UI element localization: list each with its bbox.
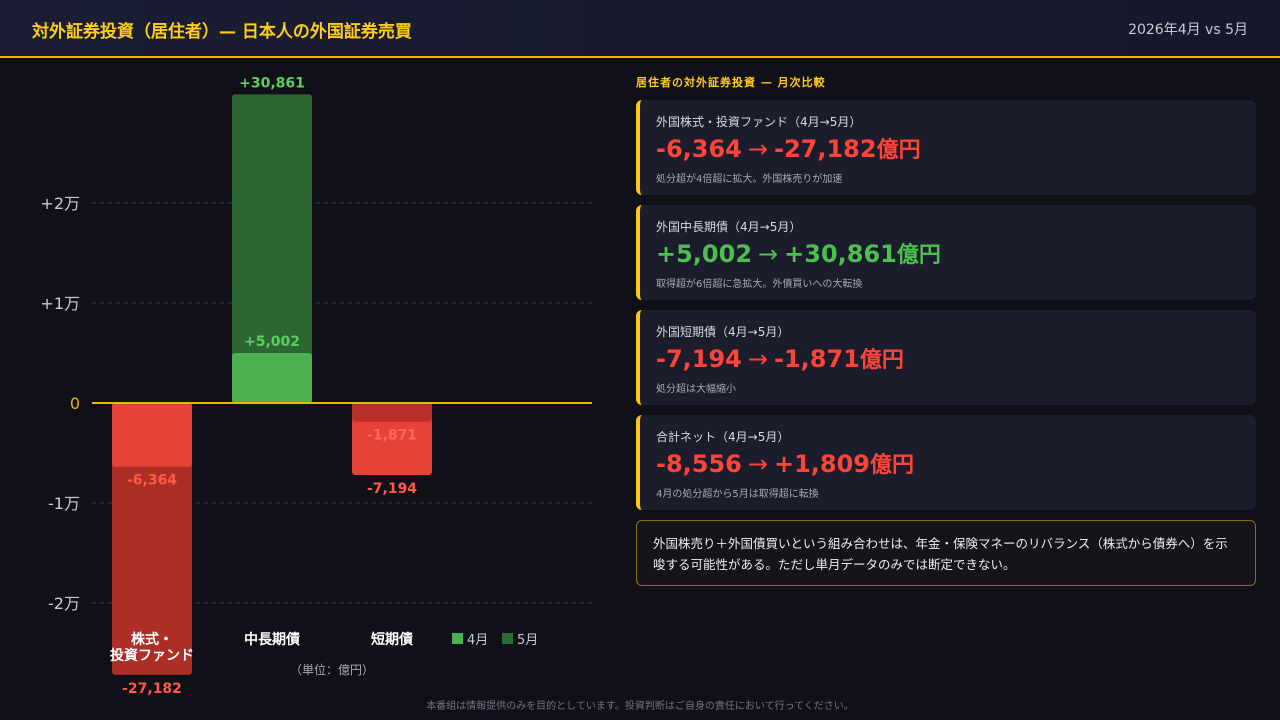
panel-title: 居住者の対外証券投資 — 月次比較 [636,76,826,89]
card-value-from: -6,364 [656,135,742,163]
card-value: +5,002 → +30,861億円 [656,237,941,269]
card-note: 処分超が4倍超に拡大。外国株売りが加速 [656,174,843,185]
card-value: -7,194 → -1,871億円 [656,342,904,374]
y-tick-label: 0 [70,394,80,413]
bar-apr [232,352,312,403]
unit-note: （単位：億円） [290,662,374,677]
disclaimer: 本番組は情報提供のみを目的としています。投資判断はご自身の責任において行ってくだ… [426,701,854,712]
card-label: 外国株式・投資ファンド（4月→5月） [656,115,862,129]
arrow-icon: → [747,135,768,163]
value-label-may: -1,871 [367,428,417,444]
y-tick-label: -2万 [48,594,80,613]
card-value-from: -8,556 [656,450,742,478]
category-label: 株式・ [131,631,173,648]
card-total-net: 合計ネット（4月→5月） -8,556 → +1,809億円 4月の処分超から5月は… [636,415,1256,510]
arrow-icon: → [747,345,768,373]
value-label-apr: -7,194 [367,481,417,497]
arrow-icon: → [758,240,779,268]
legend-label: 4月 [467,633,488,648]
card-value-to: +1,809 [773,450,871,478]
legend-label: 5月 [517,633,538,648]
card-note: 取得超が6倍超に急拡大。外債買いへの大転換 [656,279,863,290]
card-foreign-bonds: 外国中長期債（4月→5月） +5,002 → +30,861億円 取得超が6倍超に急… [636,205,1256,300]
card-value-to: +30,861 [784,240,897,268]
card-value: -8,556 → +1,809億円 [656,447,914,479]
legend-swatch [502,633,513,644]
card-value-to: -1,871 [773,345,860,373]
value-label-may: +30,861 [239,75,305,91]
card-label: 合計ネット（4月→5月） [656,430,790,444]
legend-swatch [452,633,463,644]
period-label: 2026年4月 vs 5月 [1128,22,1248,38]
card-value: -6,364 → -27,182億円 [656,132,921,164]
card-note: 4月の処分超から5月は取得超に転換 [656,489,819,500]
arrow-icon: → [747,450,768,478]
card-label: 外国短期債（4月→5月） [656,325,790,339]
card-value-unit: 億円 [870,453,915,478]
card-foreign-short-term: 外国短期債（4月→5月） -7,194 → -1,871億円 処分超は大幅縮小 [636,310,1256,405]
card-value-unit: 億円 [859,348,904,373]
card-value-from: +5,002 [656,240,753,268]
card-value-unit: 億円 [896,243,941,268]
card-value-from: -7,194 [656,345,742,373]
card-foreign-stocks: 外国株式・投資ファンド（4月→5月） -6,364 → -27,182億円 処分超が… [636,100,1256,195]
card-value-unit: 億円 [876,138,921,163]
y-tick-label: +1万 [40,294,80,313]
category-label: 中長期債 [244,631,300,648]
card-note: 処分超は大幅縮小 [656,384,736,395]
card-value-to: -27,182 [773,135,877,163]
header-bar: 対外証券投資（居住者）— 日本人の外国証券売買 2026年4月 vs 5月 [0,0,1280,58]
value-label-may: -27,182 [122,681,182,697]
bar-may [352,403,432,422]
bar-chart: +2万 +1万 0 -1万 -2万 -6,364 -27,182 +5,002 +30,861 -… [40,75,592,697]
page-title: 対外証券投資（居住者）— 日本人の外国証券売買 [32,22,412,42]
insight-box: 外国株売り＋外国債買いという組み合わせは、年金・保険マネーのリバランス（株式から… [636,520,1256,586]
y-tick-label: -1万 [48,494,80,513]
y-tick-label: +2万 [40,194,80,213]
category-label: 短期債 [371,631,413,648]
value-label-apr: +5,002 [244,334,300,350]
bar-apr [112,403,192,467]
value-label-apr: -6,364 [127,473,177,489]
category-label: 投資ファンド [110,647,194,664]
card-label: 外国中長期債（4月→5月） [656,220,802,234]
